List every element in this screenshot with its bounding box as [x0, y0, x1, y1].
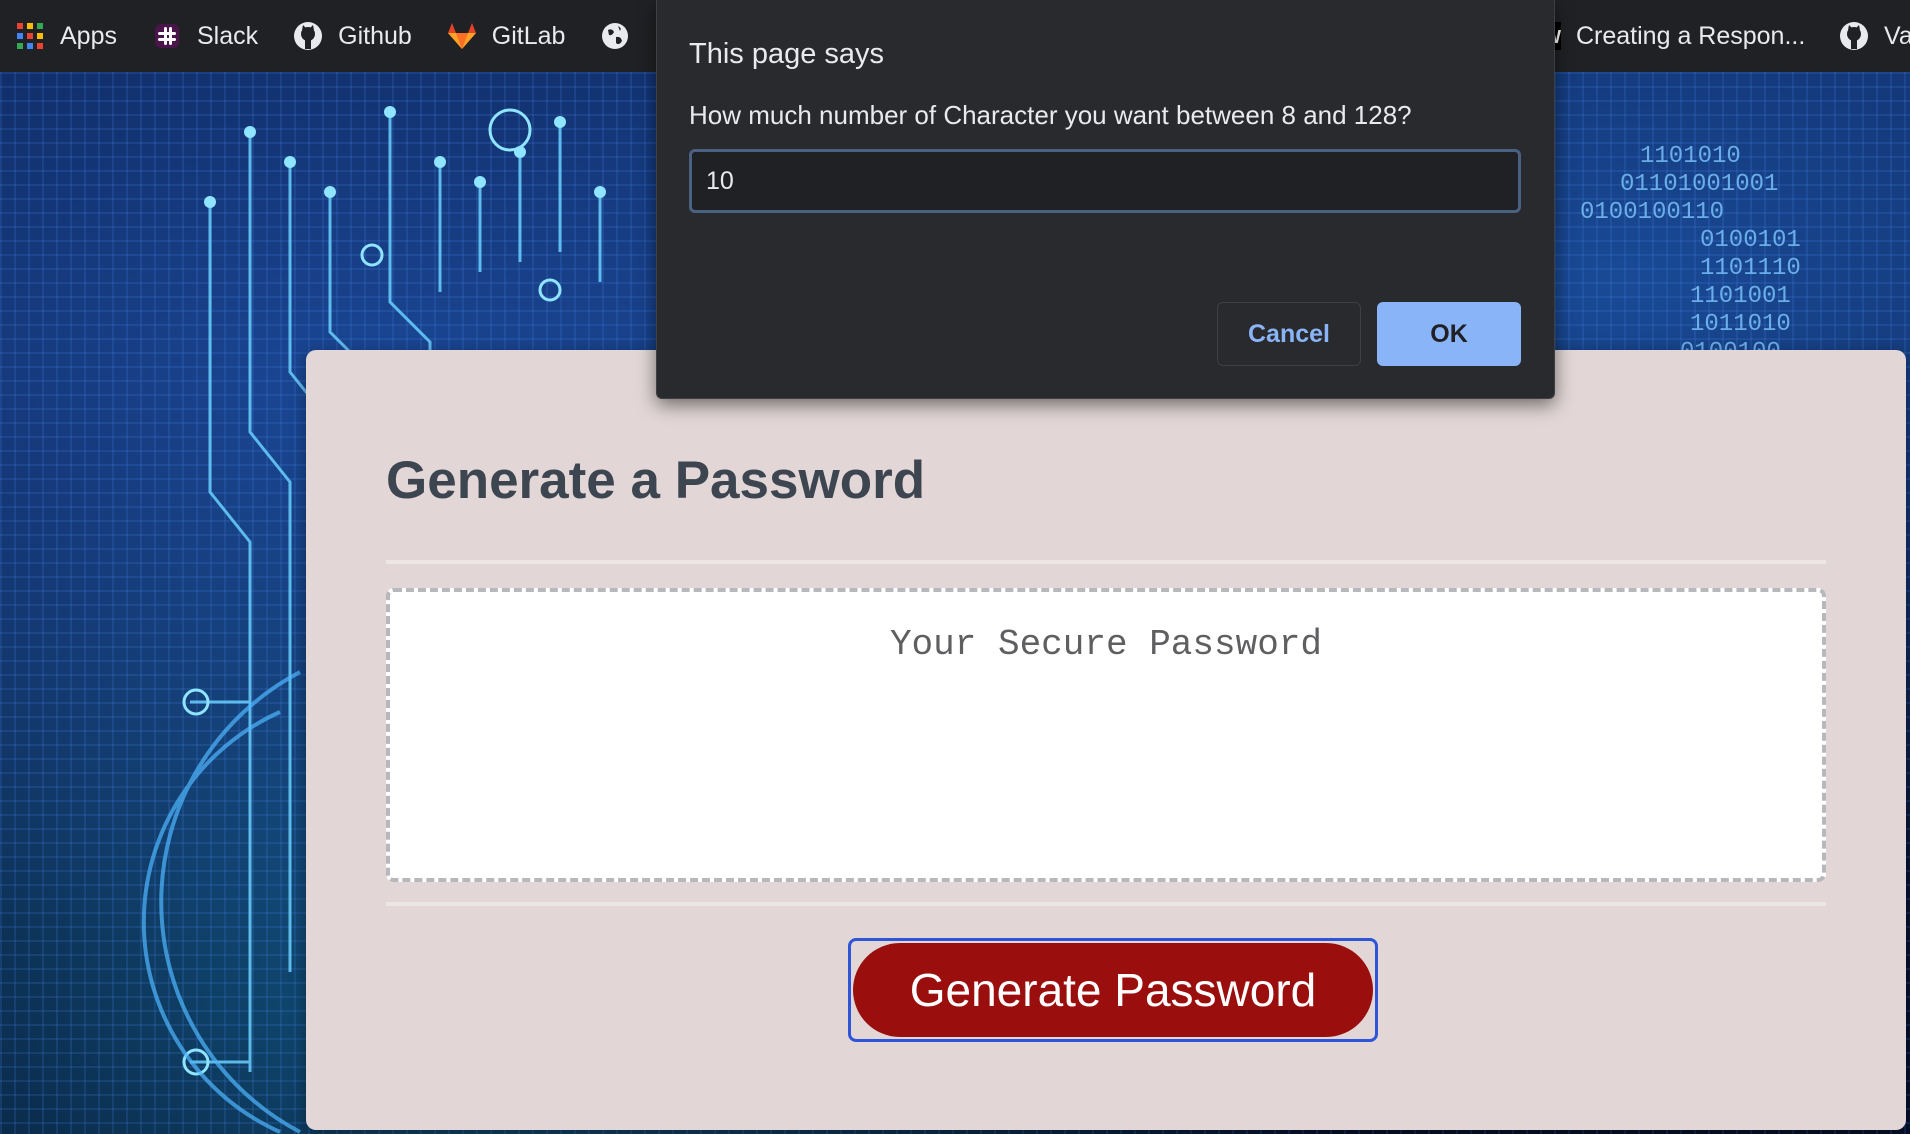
github-icon [1838, 20, 1870, 52]
bookmark-va[interactable]: Va [1838, 0, 1910, 72]
svg-text:1101110: 1101110 [1700, 255, 1801, 282]
generate-password-label: Generate Password [853, 943, 1373, 1037]
svg-text:01101001001: 01101001001 [1620, 171, 1778, 198]
bookmark-globe[interactable] [599, 20, 645, 52]
footer-divider [386, 902, 1826, 906]
svg-text:1101001: 1101001 [1690, 283, 1791, 310]
bookmark-slack[interactable]: Slack [151, 20, 258, 52]
ok-button[interactable]: OK [1377, 302, 1521, 366]
bookmark-label: Github [338, 21, 412, 50]
bookmark-gitlab[interactable]: GitLab [446, 20, 566, 52]
character-count-input[interactable] [689, 149, 1521, 213]
prompt-dialog: This page says How much number of Charac… [656, 0, 1555, 399]
password-output-field[interactable] [390, 592, 1822, 878]
password-output-box [386, 588, 1826, 882]
generate-password-button[interactable]: Generate Password [848, 938, 1378, 1042]
svg-text:0100100110: 0100100110 [1580, 199, 1724, 226]
password-generator-card: Generate a Password Generate Password [306, 350, 1906, 1130]
svg-text:1011010: 1011010 [1690, 311, 1791, 338]
svg-text:1101010: 1101010 [1640, 143, 1741, 170]
dialog-message: How much number of Character you want be… [689, 100, 1412, 130]
apps-grid-icon [14, 20, 46, 52]
page-title: Generate a Password [386, 451, 926, 510]
slack-icon [151, 20, 183, 52]
bookmark-label: Apps [60, 21, 117, 50]
bookmark-github[interactable]: Github [292, 20, 412, 52]
bookmark-label: Slack [196, 21, 259, 50]
bookmark-apps[interactable]: Apps [14, 20, 117, 52]
cancel-button[interactable]: Cancel [1217, 302, 1361, 366]
github-icon [292, 20, 324, 52]
svg-text:0100101: 0100101 [1700, 227, 1801, 254]
dialog-title: This page says [689, 38, 885, 70]
globe-icon [599, 20, 631, 52]
bookmark-label: GitLab [491, 21, 566, 50]
bookmark-label: Creating a Respon... [1576, 21, 1806, 50]
bookmark-creating-response[interactable]: W Creating a Respon... [1540, 0, 1805, 72]
gitlab-icon [446, 20, 478, 52]
header-divider [386, 560, 1826, 564]
bookmark-label: Va [1884, 21, 1910, 50]
